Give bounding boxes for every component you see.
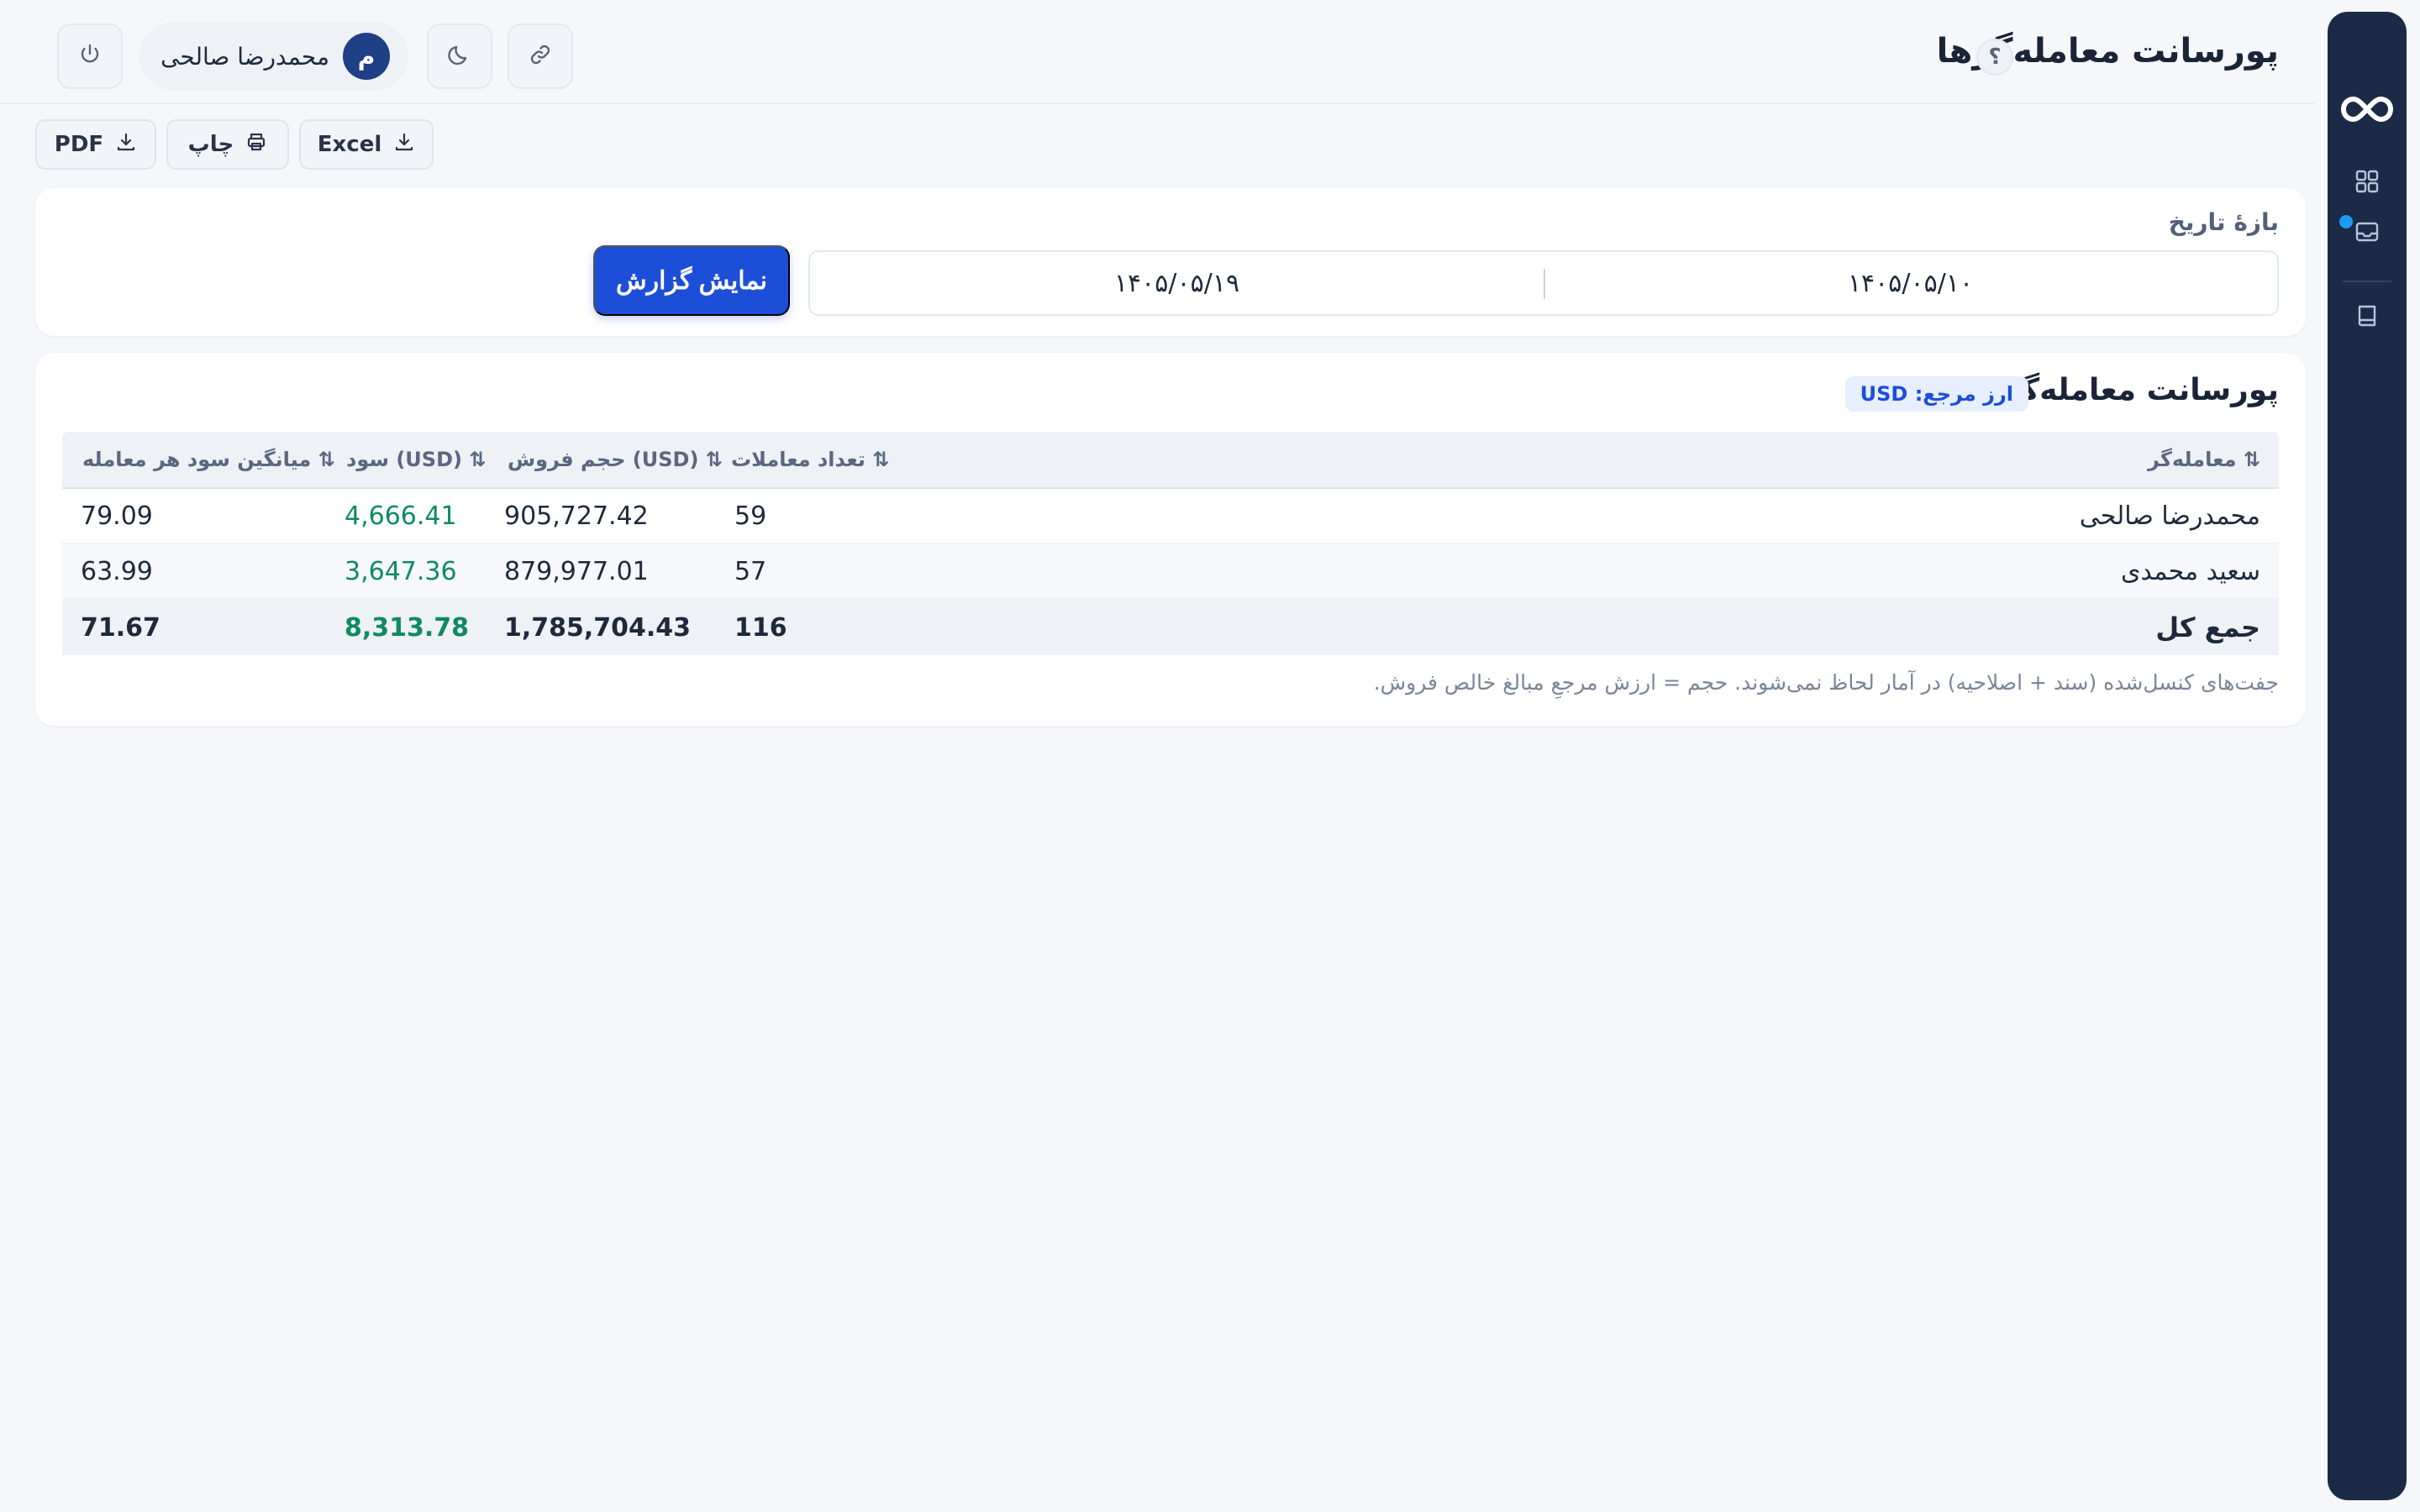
sales-volume: 905,727.42 xyxy=(504,501,649,531)
column-header-trader[interactable]: ⇅ معامله‌گر xyxy=(2148,432,2260,487)
side-rail xyxy=(2328,12,2407,1500)
date-from-field[interactable]: ۱۴۰۵/۰۵/۱۰ xyxy=(1544,252,2277,314)
column-header-avg[interactable]: ⇅ میانگین سود هر معامله xyxy=(82,432,335,487)
table-header-row: ⇅ معامله‌گر ⇅ تعداد معاملات ⇅ (USD) حجم … xyxy=(62,432,2279,489)
show-report-button[interactable]: نمایش گزارش xyxy=(593,245,790,316)
avg-profit: 79.09 xyxy=(81,501,153,531)
currency-badge: ارز مرجع: USD xyxy=(1844,376,2028,412)
logout-button[interactable] xyxy=(57,24,123,89)
avg-profit: 63.99 xyxy=(81,556,153,586)
export-pdf-button[interactable]: PDF xyxy=(35,119,156,170)
user-menu[interactable]: م محمدرضا صالحی xyxy=(139,22,408,91)
table-row: محمدرضا صالحی 59 905,727.42 4,666.41 79.… xyxy=(62,489,2279,544)
book-icon[interactable] xyxy=(2354,302,2381,329)
table-row: سعید محمدی 57 879,977.01 3,647.36 63.99 xyxy=(62,544,2279,600)
user-name: محمدرضا صالحی xyxy=(160,42,329,71)
trader-name: سعید محمدی xyxy=(2121,556,2260,586)
date-range-label: بازهٔ تاریخ xyxy=(2168,208,2279,236)
table-total-row: جمع کل 116 1,785,704.43 8,313.78 71.67 xyxy=(62,600,2279,655)
avatar: م xyxy=(343,33,390,80)
link-icon xyxy=(528,42,553,71)
date-filter-card: بازهٔ تاریخ ۱۴۰۵/۰۵/۱۰ ۱۴۰۵/۰۵/۱۹ نمایش … xyxy=(35,188,2306,336)
dashboard-icon[interactable] xyxy=(2354,168,2381,195)
inbox-icon[interactable] xyxy=(2354,218,2381,245)
commission-table: ⇅ معامله‌گر ⇅ تعداد معاملات ⇅ (USD) حجم … xyxy=(62,432,2279,655)
infinity-logo-icon[interactable] xyxy=(2340,92,2394,126)
column-header-volume[interactable]: ⇅ (USD) حجم فروش xyxy=(508,432,723,487)
export-excel-label: Excel xyxy=(317,132,382,157)
power-icon xyxy=(77,42,103,71)
share-link-button[interactable] xyxy=(508,24,573,89)
column-header-count[interactable]: ⇅ تعداد معاملات xyxy=(731,432,889,487)
export-pdf-label: PDF xyxy=(54,132,104,157)
sales-volume: 879,977.01 xyxy=(504,556,649,586)
download-icon xyxy=(115,131,137,159)
help-button[interactable]: ؟ xyxy=(1976,39,2013,76)
column-header-profit[interactable]: ⇅ (USD) سود xyxy=(346,432,486,487)
printer-icon xyxy=(245,131,267,159)
date-to-field[interactable]: ۱۴۰۵/۰۵/۱۹ xyxy=(810,252,1544,314)
trader-name: محمدرضا صالحی xyxy=(2079,501,2260,531)
rail-divider xyxy=(2343,281,2391,282)
profit-value: 4,666.41 xyxy=(345,501,457,531)
top-header: پورسانت معامله‌گرها ؟ م محمدرضا صالحی xyxy=(0,0,2314,104)
total-label: جمع کل xyxy=(2155,612,2260,643)
report-card: پورسانت معامله‌گرها ارز مرجع: USD ⇅ معام… xyxy=(35,353,2306,726)
date-range-picker[interactable]: ۱۴۰۵/۰۵/۱۰ ۱۴۰۵/۰۵/۱۹ xyxy=(808,250,2279,316)
trade-count: 57 xyxy=(734,556,767,586)
export-excel-button[interactable]: Excel xyxy=(299,119,434,170)
total-trade-count: 116 xyxy=(734,612,787,643)
total-avg-profit: 71.67 xyxy=(81,612,160,643)
date-range-divider xyxy=(1544,269,1545,299)
notification-dot xyxy=(2339,215,2353,228)
print-button[interactable]: چاپ xyxy=(166,119,289,170)
theme-toggle-button[interactable] xyxy=(427,24,492,89)
report-footnote: جفت‌های کنسل‌شده (سند + اصلاحیه) در آمار… xyxy=(1373,670,2279,695)
total-sales-volume: 1,785,704.43 xyxy=(504,612,692,643)
download-icon xyxy=(393,131,415,159)
profit-value: 3,647.36 xyxy=(345,556,457,586)
total-profit: 8,313.78 xyxy=(345,612,470,643)
trade-count: 59 xyxy=(734,501,767,531)
moon-icon xyxy=(447,42,472,71)
print-label: چاپ xyxy=(187,132,234,157)
